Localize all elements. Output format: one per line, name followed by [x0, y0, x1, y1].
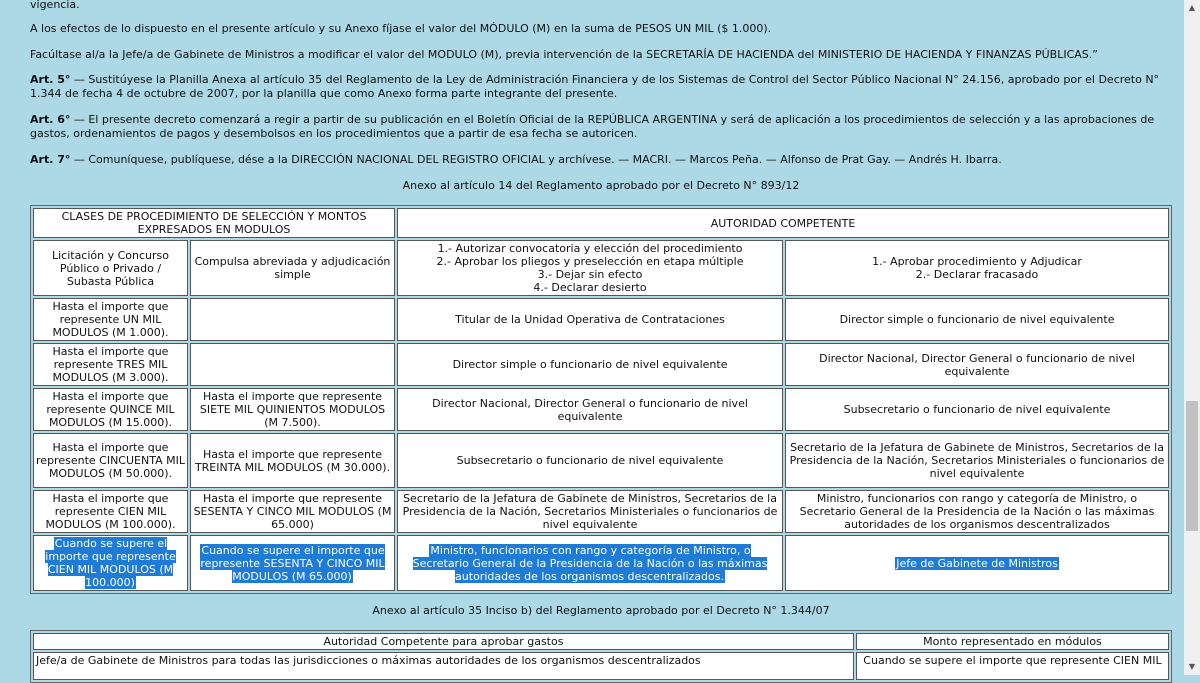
cell: Director simple o funcionario de nivel e…	[397, 343, 784, 386]
art6-text: — El presente decreto comenzará a regir …	[30, 113, 1155, 140]
cell: Subsecretario o funcionario de nivel equ…	[397, 433, 784, 488]
cell: Hasta el importe que represente CIEN MIL…	[33, 490, 188, 533]
vertical-scrollbar[interactable]: ▲ ▼	[1184, 0, 1200, 675]
para-vigencia: vigencia.	[30, 0, 80, 11]
cell: Licitación y Concurso Público o Privado …	[33, 240, 188, 296]
cell: 1.- Autorizar convocatoria y elección de…	[397, 240, 784, 296]
procedure-table: CLASES DE PROCEDIMIENTO DE SELECCIÓN Y M…	[30, 205, 1173, 594]
cell: Director Nacional, Director General o fu…	[397, 388, 784, 431]
table-row: Hasta el importe que represente CINCUENT…	[33, 433, 1170, 488]
art7-text: — Comuníquese, publíquese, dése a la DIR…	[70, 153, 1002, 166]
cell	[190, 343, 396, 386]
scroll-down-arrow-icon[interactable]: ▼	[1184, 659, 1200, 675]
table-row: Hasta el importe que represente TRES MIL…	[33, 343, 1170, 386]
header-procedure-classes: CLASES DE PROCEDIMIENTO DE SELECCIÓN Y M…	[33, 208, 396, 238]
cell: Director Nacional, Director General o fu…	[785, 343, 1170, 386]
document-body: vigencia. A los efectos de lo dispuesto …	[30, 0, 1173, 683]
cell: Cuando se supere el importe que represen…	[855, 652, 1169, 680]
cell: Hasta el importe que represente TREINTA …	[190, 433, 396, 488]
art6-label: Art. 6°	[30, 113, 71, 126]
header-authority: Autoridad Competente para aprobar gastos	[33, 633, 854, 650]
cell: Titular de la Unidad Operativa de Contra…	[397, 298, 784, 341]
selected-text: Cuando se supere el importe que represen…	[45, 537, 176, 589]
para-faculta: Facúltase al/a la Jefe/a de Gabinete de …	[30, 48, 1098, 61]
annex-caption-2: Anexo al artículo 35 Inciso b) del Regla…	[372, 604, 830, 617]
cell: Jefe de Gabinete de Ministros	[785, 535, 1170, 591]
table-row: Hasta el importe que represente QUINCE M…	[33, 388, 1170, 431]
cell: Hasta el importe que represente TRES MIL…	[33, 343, 188, 386]
art5-text: — Sustitúyese la Planilla Anexa al artíc…	[30, 73, 1160, 100]
table-row: Hasta el importe que represente CIEN MIL…	[33, 490, 1170, 533]
art5-label: Art. 5°	[30, 73, 71, 86]
para-art5: Art. 5° — Sustitúyese la Planilla Anexa …	[30, 73, 1172, 101]
cell: Hasta el importe que represente UN MIL M…	[33, 298, 188, 341]
scrollbar-thumb[interactable]	[1186, 400, 1198, 531]
art7-label: Art. 7°	[30, 153, 71, 166]
cell: Secretario de la Jefatura de Gabinete de…	[785, 433, 1170, 488]
cell: Cuando se supere el importe que represen…	[33, 535, 188, 591]
cell: 1.- Aprobar procedimiento y Adjudicar 2.…	[785, 240, 1170, 296]
cell: Secretario de la Jefatura de Gabinete de…	[397, 490, 784, 533]
para-art7: Art. 7° — Comuníquese, publíquese, dése …	[30, 153, 1172, 167]
para-modulo-valor: A los efectos de lo dispuesto en el pres…	[30, 22, 772, 35]
annex-caption-1: Anexo al artículo 14 del Reglamento apro…	[402, 179, 800, 192]
scroll-up-arrow-icon[interactable]: ▲	[1184, 0, 1200, 16]
table-header-row: Autoridad Competente para aprobar gastos…	[33, 633, 1169, 650]
table-row-selected: Cuando se supere el importe que represen…	[33, 535, 1170, 591]
cell: Director simple o funcionario de nivel e…	[785, 298, 1170, 341]
header-amount-modules: Monto representado en módulos	[855, 633, 1169, 650]
selected-text: Ministro, funcionarios con rango y categ…	[412, 543, 768, 583]
cell: Ministro, funcionarios con rango y categ…	[397, 535, 784, 591]
cell: Cuando se supere el importe que represen…	[190, 535, 396, 591]
table-row: Licitación y Concurso Público o Privado …	[33, 240, 1170, 296]
cell	[190, 298, 396, 341]
cell: Hasta el importe que represente SESENTA …	[190, 490, 396, 533]
cell: Compulsa abreviada y adjudicación simple	[190, 240, 396, 296]
table-row: Jefe/a de Gabinete de Ministros para tod…	[33, 652, 1169, 680]
expense-authority-table: Autoridad Competente para aprobar gastos…	[30, 630, 1172, 683]
cell: Jefe/a de Gabinete de Ministros para tod…	[33, 652, 854, 680]
header-competent-authority: AUTORIDAD COMPETENTE	[397, 208, 1170, 238]
cell: Hasta el importe que represente SIETE MI…	[190, 388, 396, 431]
cell: Hasta el importe que represente CINCUENT…	[33, 433, 188, 488]
table-header-row: CLASES DE PROCEDIMIENTO DE SELECCIÓN Y M…	[33, 208, 1170, 238]
selected-text: Cuando se supere el importe que represen…	[200, 543, 385, 583]
para-art6: Art. 6° — El presente decreto comenzará …	[30, 113, 1172, 141]
table-row: Hasta el importe que represente UN MIL M…	[33, 298, 1170, 341]
cell: Ministro, funcionarios con rango y categ…	[785, 490, 1170, 533]
cell: Subsecretario o funcionario de nivel equ…	[785, 388, 1170, 431]
cell: Hasta el importe que represente QUINCE M…	[33, 388, 188, 431]
selected-text: Jefe de Gabinete de Ministros	[895, 556, 1059, 570]
